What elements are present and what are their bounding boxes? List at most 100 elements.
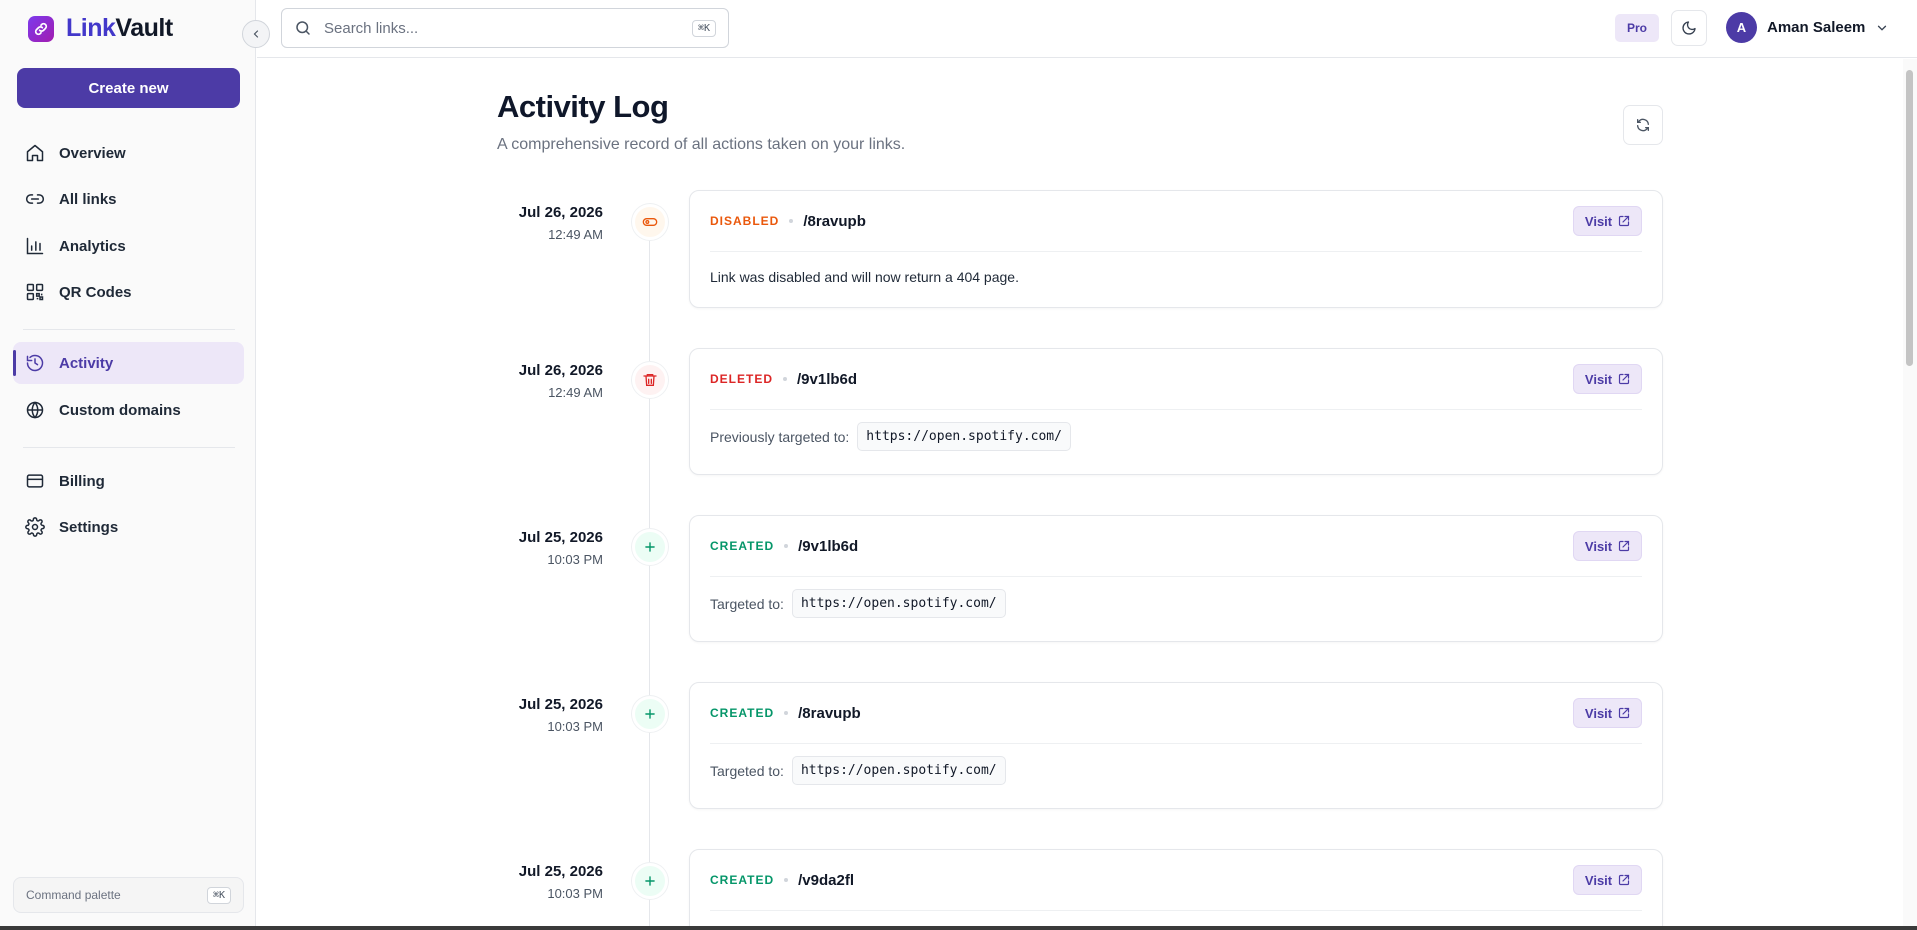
theme-toggle-button[interactable] xyxy=(1671,10,1707,46)
visit-label: Visit xyxy=(1584,213,1613,229)
gear-icon xyxy=(25,517,45,537)
sidebar-item-qr-codes[interactable]: QR Codes xyxy=(13,271,244,313)
activity-card: CREATED /8ravupb Visit Targeted to: http… xyxy=(689,682,1663,809)
sidebar-item-billing[interactable]: Billing xyxy=(13,460,244,502)
user-name: Aman Saleem xyxy=(1767,19,1866,36)
chevron-down-icon xyxy=(1878,25,1887,31)
card-body: Link was disabled and will now return a … xyxy=(690,252,1662,306)
search-input[interactable] xyxy=(324,19,680,37)
action-badge: CREATED xyxy=(710,706,775,720)
plan-badge: Pro xyxy=(1615,14,1659,42)
moon-icon xyxy=(1682,21,1696,35)
visit-button[interactable]: Visit xyxy=(1573,364,1642,394)
logo-text-prefix: Link xyxy=(66,14,116,42)
visit-button[interactable]: Visit xyxy=(1573,531,1642,561)
history-icon xyxy=(26,354,44,372)
create-new-button[interactable]: Create new xyxy=(17,68,240,108)
target-url[interactable]: https://open.spotify.com/ xyxy=(857,422,1071,451)
sidebar-item-settings[interactable]: Settings xyxy=(13,506,244,548)
visit-button[interactable]: Visit xyxy=(1573,206,1642,236)
search-shortcut: ⌘K xyxy=(691,19,716,37)
logo-text-suffix: Vault xyxy=(115,14,173,42)
target-url[interactable]: https://open.spotify.com/ xyxy=(791,589,1006,618)
entry-date: Jul 25, 2026 xyxy=(518,863,603,880)
sidebar-item-label: Overview xyxy=(59,144,126,162)
entry-date: Jul 25, 2026 xyxy=(518,529,603,546)
action-badge: CREATED xyxy=(710,539,775,553)
link-slug[interactable]: /9v1lb6d xyxy=(798,538,858,555)
sidebar-item-label: Billing xyxy=(59,472,105,490)
separator-dot xyxy=(784,711,789,715)
action-badge: CREATED xyxy=(710,873,775,887)
separator-dot xyxy=(784,878,789,882)
trash-icon xyxy=(632,362,668,398)
bar-chart-icon xyxy=(26,237,44,255)
entry-date: Jul 25, 2026 xyxy=(518,696,603,713)
timeline-line xyxy=(649,224,650,926)
sidebar-item-custom-domains[interactable]: Custom domains xyxy=(13,389,244,431)
toggle-off-icon xyxy=(632,204,668,240)
target-url[interactable]: https://open.spotify.com/ xyxy=(791,756,1006,785)
link-icon xyxy=(25,194,45,204)
entry-time: 12:49 AM xyxy=(548,385,603,400)
card-body: Targeted to: https://open.spotify.com/ xyxy=(690,744,1662,801)
plus-icon xyxy=(632,696,668,732)
logo[interactable]: LinkVault xyxy=(28,14,173,43)
plus-icon xyxy=(632,529,668,565)
link-slug[interactable]: /v9da2fl xyxy=(798,872,854,889)
search-icon xyxy=(296,21,310,35)
target-label: Targeted to: xyxy=(710,762,784,779)
link-slug[interactable]: /9v1lb6d xyxy=(797,371,857,388)
external-link-icon xyxy=(1619,373,1630,385)
sidebar-divider xyxy=(23,447,235,448)
card-header: DELETED /9v1lb6d Visit xyxy=(710,349,1642,410)
card-body: Previously targeted to: https://open.spo… xyxy=(690,410,1662,467)
sidebar-item-all-links[interactable]: All links xyxy=(13,178,244,220)
separator-dot xyxy=(789,219,794,223)
sidebar-item-analytics[interactable]: Analytics xyxy=(13,225,244,267)
activity-card: CREATED /9v1lb6d Visit Targeted to: http… xyxy=(689,515,1663,642)
external-link-icon xyxy=(1619,874,1630,886)
avatar: A xyxy=(1726,12,1757,43)
logo-text: LinkVault xyxy=(66,14,173,43)
visit-button[interactable]: Visit xyxy=(1573,698,1642,728)
visit-button[interactable]: Visit xyxy=(1573,865,1642,895)
sidebar-item-label: Analytics xyxy=(59,237,126,255)
qr-code-icon xyxy=(26,283,44,301)
entry-date: Jul 26, 2026 xyxy=(518,362,603,379)
scrollbar-thumb[interactable] xyxy=(1906,70,1913,366)
target-label: Previously targeted to: xyxy=(710,428,850,445)
sidebar: LinkVault Create new Overview All links … xyxy=(0,0,256,926)
sidebar-item-label: Settings xyxy=(59,518,119,536)
sidebar-item-label: Custom domains xyxy=(59,401,181,419)
search-box[interactable]: ⌘K xyxy=(281,8,729,48)
card-header: DISABLED /8ravupb Visit xyxy=(710,191,1642,252)
home-icon xyxy=(26,144,44,162)
separator-dot xyxy=(784,544,789,548)
visit-label: Visit xyxy=(1584,705,1613,721)
sidebar-item-label: All links xyxy=(59,190,117,208)
visit-label: Visit xyxy=(1584,872,1613,888)
sidebar-item-overview[interactable]: Overview xyxy=(13,132,244,174)
external-link-icon xyxy=(1619,540,1630,552)
activity-message: Link was disabled and will now return a … xyxy=(710,269,1019,285)
card-header: CREATED /8ravupb Visit xyxy=(710,683,1642,744)
card-body: Targeted to: https://open.spotify.com/ xyxy=(690,577,1662,634)
refresh-button[interactable] xyxy=(1623,105,1663,145)
collapse-sidebar-button[interactable] xyxy=(242,20,270,48)
user-menu[interactable]: A Aman Saleem xyxy=(1726,12,1889,43)
external-link-icon xyxy=(1619,215,1630,227)
entry-time: 10:03 PM xyxy=(547,552,603,567)
link-slug[interactable]: /8ravupb xyxy=(803,213,866,230)
link-logo-icon xyxy=(28,15,54,42)
chevron-left-icon xyxy=(253,30,259,38)
visit-label: Visit xyxy=(1584,538,1613,554)
globe-icon xyxy=(26,401,44,419)
sidebar-item-label: QR Codes xyxy=(59,283,132,301)
external-link-icon xyxy=(1619,707,1630,719)
command-palette-label: Command palette xyxy=(26,888,121,902)
sidebar-item-activity[interactable]: Activity xyxy=(13,342,244,384)
command-palette-shortcut: ⌘K xyxy=(206,886,231,904)
command-palette-button[interactable]: Command palette ⌘K xyxy=(13,877,244,913)
link-slug[interactable]: /8ravupb xyxy=(798,705,861,722)
